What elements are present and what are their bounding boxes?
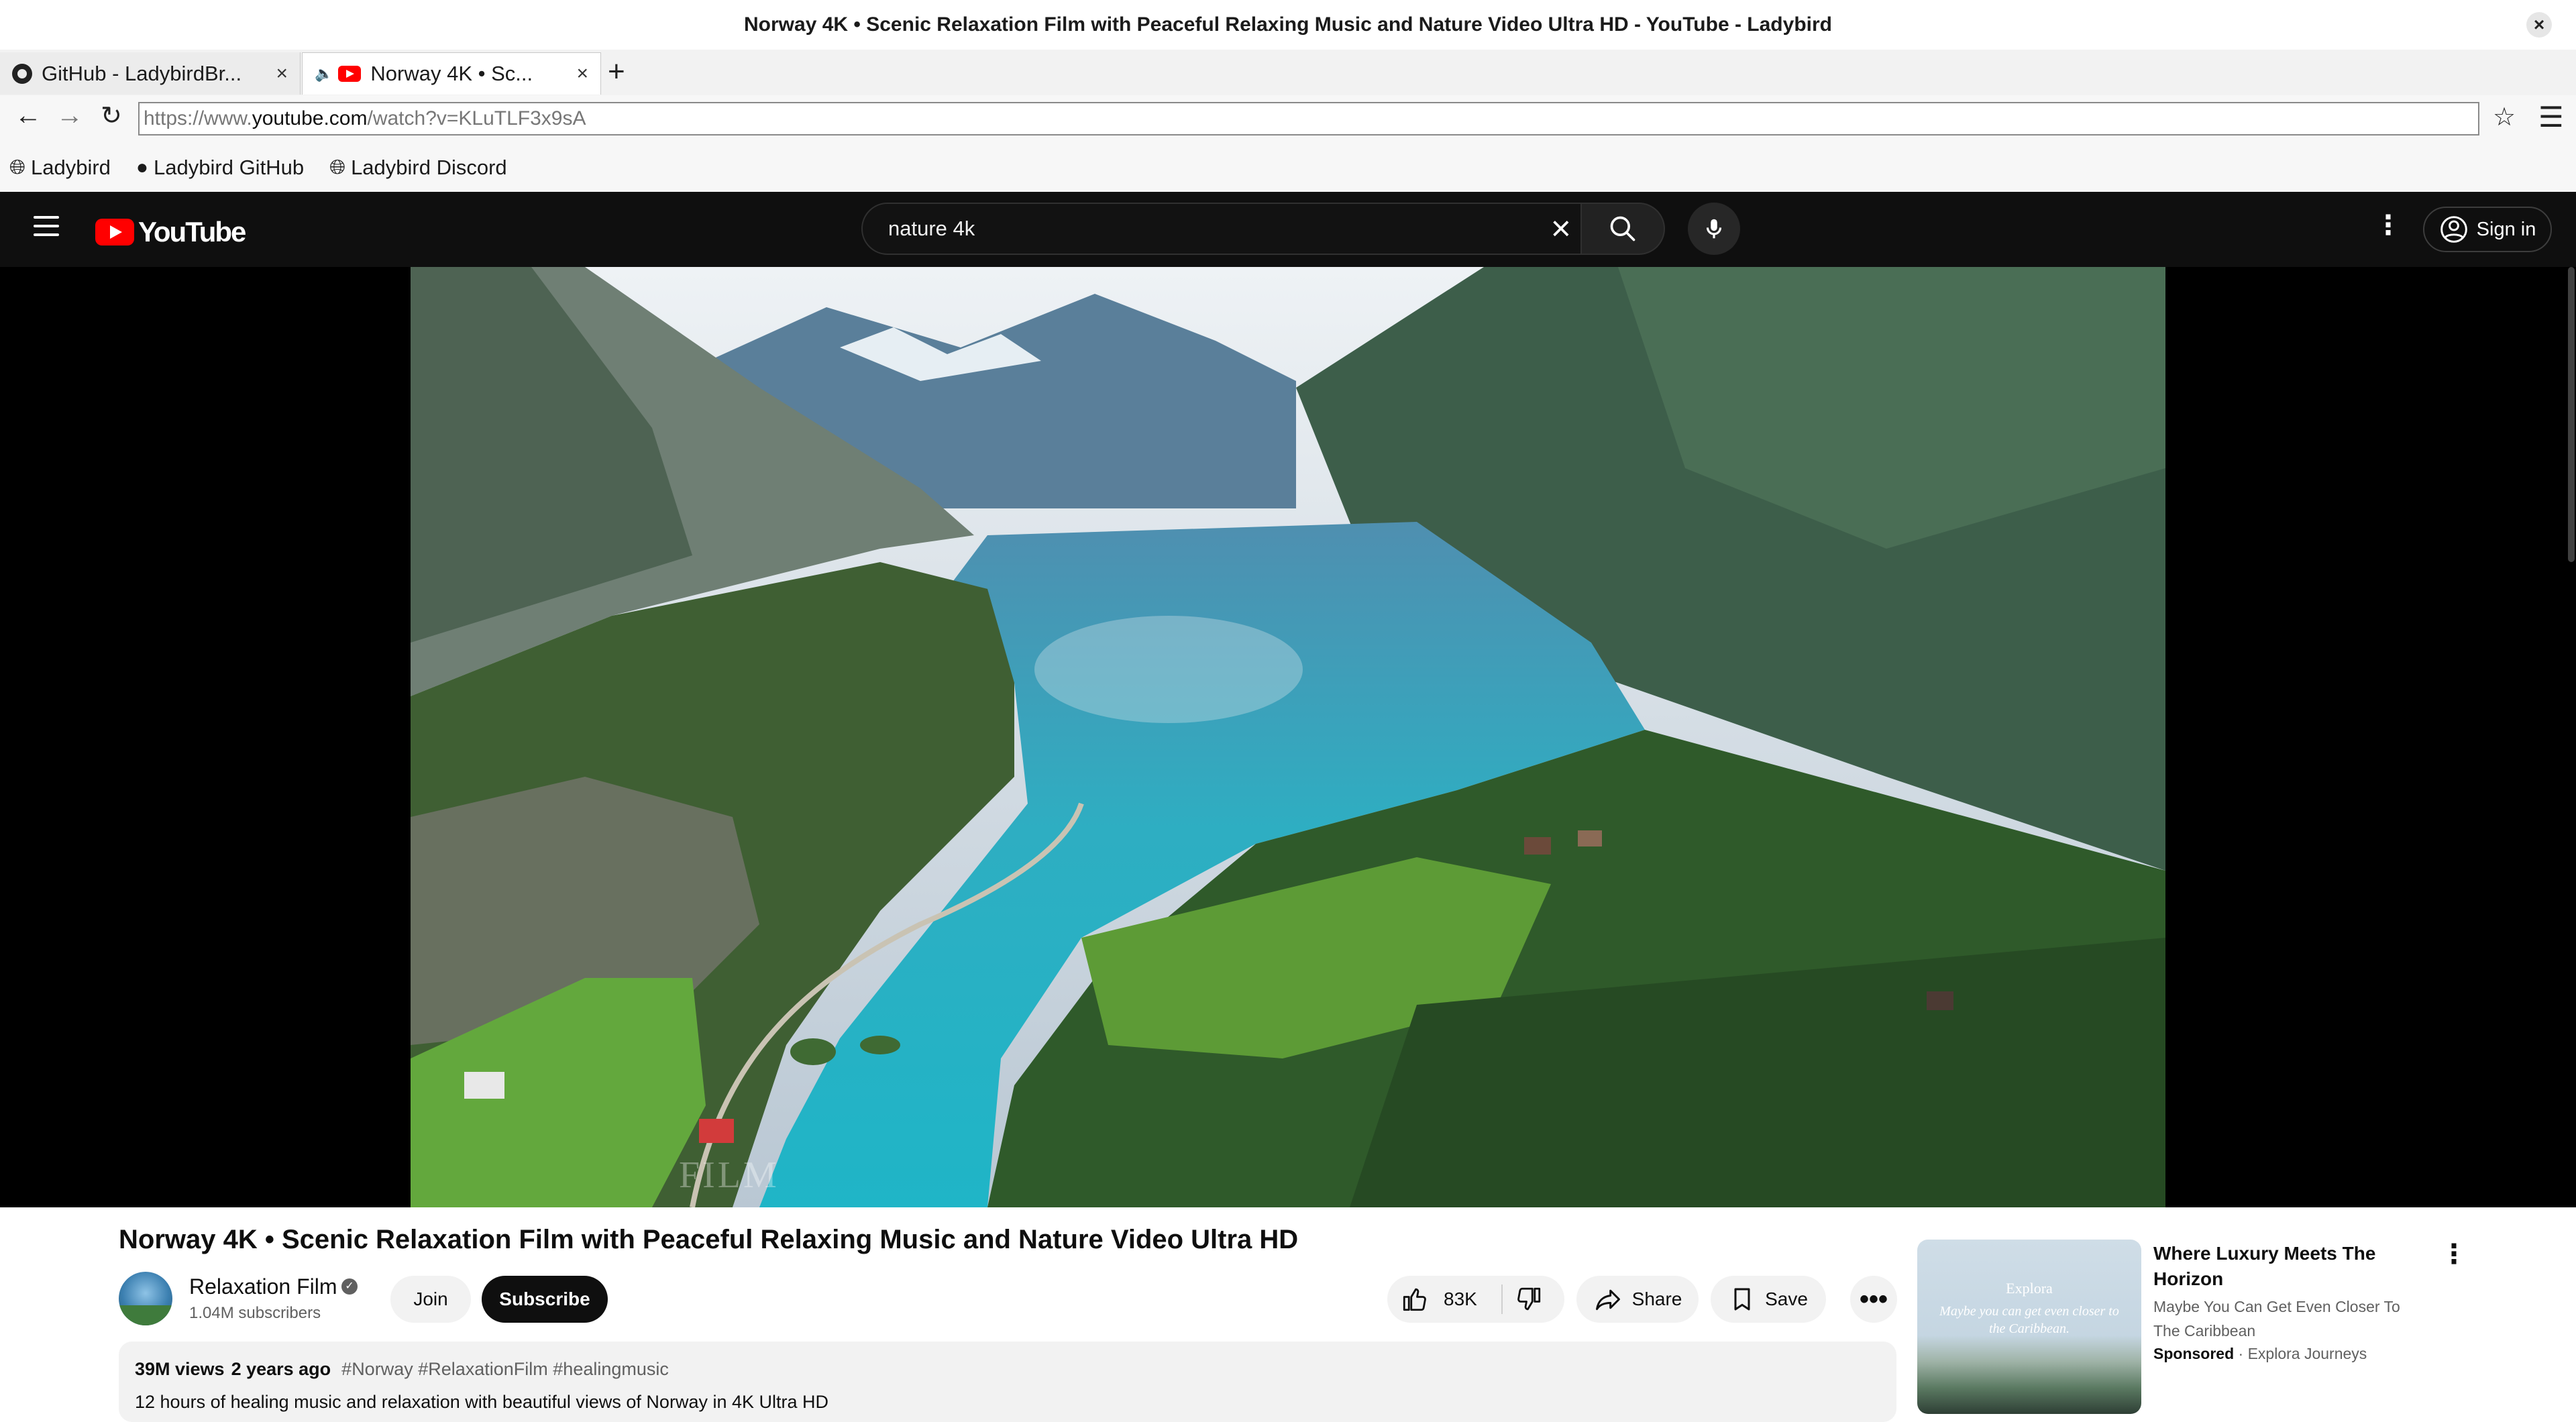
- window-title: Norway 4K • Scenic Relaxation Film with …: [744, 13, 1832, 36]
- save-label: Save: [1765, 1289, 1808, 1309]
- verified-badge-icon: ✓: [341, 1278, 358, 1295]
- description-box[interactable]: 39M views 2 years ago #Norway #RelaxationF…: [119, 1342, 1896, 1422]
- youtube-masthead: YouTube × ⋮ Sign in: [0, 192, 2576, 267]
- url-path: /watch?v=KLuTLF3x9sA: [367, 107, 586, 129]
- github-icon: ●: [136, 156, 149, 178]
- tab-label: GitHub - LadybirdBr...: [42, 61, 242, 85]
- window-close-button[interactable]: ×: [2526, 12, 2552, 38]
- description-summary: 12 hours of healing music and relaxation…: [135, 1392, 829, 1412]
- share-button[interactable]: Share: [1576, 1276, 1699, 1323]
- like-count: 83K: [1444, 1289, 1477, 1309]
- tab-close-icon[interactable]: ×: [276, 62, 288, 85]
- settings-more-icon[interactable]: ⋮: [2375, 212, 2402, 239]
- url-host: youtube.com: [252, 107, 368, 129]
- back-icon[interactable]: ←: [15, 101, 42, 131]
- clear-search-icon[interactable]: ×: [1551, 211, 1571, 246]
- tab-strip: GitHub - LadybirdBr... × 🔈 Norway 4K • S…: [0, 50, 2576, 96]
- join-button[interactable]: Join: [390, 1276, 471, 1323]
- forward-icon[interactable]: →: [56, 101, 83, 131]
- browser-menu-icon[interactable]: ☰: [2538, 101, 2564, 133]
- share-icon: [1595, 1289, 1620, 1311]
- thumbs-up-icon: [1403, 1288, 1426, 1311]
- bookmark-icon: [1734, 1288, 1750, 1311]
- more-actions-button[interactable]: •••: [1850, 1276, 1897, 1323]
- url-scheme: https://www.: [144, 107, 252, 129]
- bookmark-label: Ladybird: [31, 156, 111, 179]
- search-input[interactable]: [887, 216, 1551, 241]
- sponsored-label: Sponsored: [2153, 1345, 2235, 1362]
- save-button[interactable]: Save: [1711, 1276, 1826, 1323]
- youtube-play-icon: [95, 219, 134, 245]
- subscriber-count: 1.04M subscribers: [189, 1304, 321, 1322]
- ad-advertiser: Explora Journeys: [2247, 1345, 2367, 1362]
- tab-label: Norway 4K • Sc...: [370, 62, 533, 85]
- ad-separator: ·: [2238, 1345, 2244, 1362]
- globe-icon: 🌐︎: [9, 156, 25, 178]
- channel-avatar[interactable]: [119, 1272, 172, 1325]
- ad-description: Maybe You Can Get Even Closer To The Car…: [2153, 1298, 2400, 1339]
- search-button[interactable]: [1582, 203, 1665, 255]
- video-title: Norway 4K • Scenic Relaxation Film with …: [119, 1225, 1299, 1254]
- ad-thumb-tagline: Maybe you can get even closer to the Car…: [1939, 1304, 2119, 1336]
- reload-icon[interactable]: ↻: [101, 101, 122, 131]
- youtube-logo[interactable]: YouTube: [95, 216, 246, 248]
- bookmark-ladybird-discord[interactable]: 🌐︎ Ladybird Discord: [329, 156, 507, 180]
- microphone-icon: [1706, 219, 1722, 239]
- page-scrollbar[interactable]: [2568, 267, 2575, 562]
- address-bar[interactable]: https://www. youtube.com/watch?v=KLuTLF3x…: [138, 102, 2479, 135]
- like-button[interactable]: 83K: [1401, 1285, 1501, 1313]
- speaker-icon[interactable]: 🔈: [315, 65, 333, 83]
- globe-icon: 🌐︎: [329, 156, 346, 178]
- ad-thumb-brand: Explora: [2006, 1280, 2053, 1297]
- ad-title[interactable]: Where Luxury Meets The Horizon: [2153, 1241, 2422, 1292]
- ad-thumbnail[interactable]: Explora Maybe you can get even closer to…: [1917, 1240, 2141, 1414]
- voice-search-button[interactable]: [1688, 203, 1740, 255]
- window-titlebar: Norway 4K • Scenic Relaxation Film with …: [0, 0, 2576, 50]
- bookmark-label: Ladybird Discord: [351, 156, 507, 179]
- search-icon: [1610, 216, 1635, 241]
- ad-more-icon[interactable]: ⋮: [2440, 1241, 2467, 1268]
- video-frame: [411, 267, 2165, 1207]
- like-dislike-group: 83K: [1387, 1276, 1564, 1323]
- bookmarks-bar: 🌐︎ Ladybird ● Ladybird GitHub 🌐︎ Ladybir…: [0, 144, 2576, 192]
- account-icon: [2440, 216, 2467, 243]
- share-label: Share: [1631, 1289, 1682, 1309]
- ad-meta: Sponsored · Explora Journeys: [2153, 1345, 2367, 1363]
- github-icon: [12, 63, 32, 84]
- bookmark-ladybird[interactable]: 🌐︎ Ladybird: [9, 156, 111, 180]
- tab-youtube[interactable]: 🔈 Norway 4K • Sc... ×: [302, 52, 601, 95]
- guide-menu-icon[interactable]: [34, 216, 59, 242]
- thumbs-down-icon: [1517, 1287, 1541, 1311]
- youtube-favicon: [338, 66, 362, 82]
- new-tab-button[interactable]: +: [608, 55, 625, 89]
- youtube-wordmark: YouTube: [138, 216, 246, 248]
- tab-close-icon[interactable]: ×: [576, 62, 588, 85]
- bookmark-label: Ladybird GitHub: [154, 156, 305, 179]
- video-player[interactable]: FILM: [411, 267, 2165, 1207]
- subscribe-button[interactable]: Subscribe: [482, 1276, 608, 1323]
- hashtags[interactable]: #Norway #RelaxationFilm #healingmusic: [341, 1359, 669, 1379]
- sign-in-label: Sign in: [2476, 218, 2536, 240]
- description-meta: 39M views 2 years ago #Norway #RelaxationF…: [135, 1359, 1880, 1380]
- search-box[interactable]: ×: [861, 203, 1582, 255]
- channel-name[interactable]: Relaxation Film: [189, 1274, 337, 1299]
- view-count: 39M views: [135, 1359, 225, 1379]
- sign-in-button[interactable]: Sign in: [2423, 207, 2552, 252]
- like-divider: [1501, 1284, 1503, 1314]
- bookmark-ladybird-github[interactable]: ● Ladybird GitHub: [136, 156, 304, 180]
- bookmark-star-icon[interactable]: ☆: [2493, 102, 2516, 132]
- upload-age: 2 years ago: [231, 1359, 331, 1379]
- tab-github[interactable]: GitHub - LadybirdBr... ×: [0, 52, 301, 95]
- video-watermark: FILM: [679, 1154, 780, 1196]
- dislike-button[interactable]: [1515, 1285, 1543, 1313]
